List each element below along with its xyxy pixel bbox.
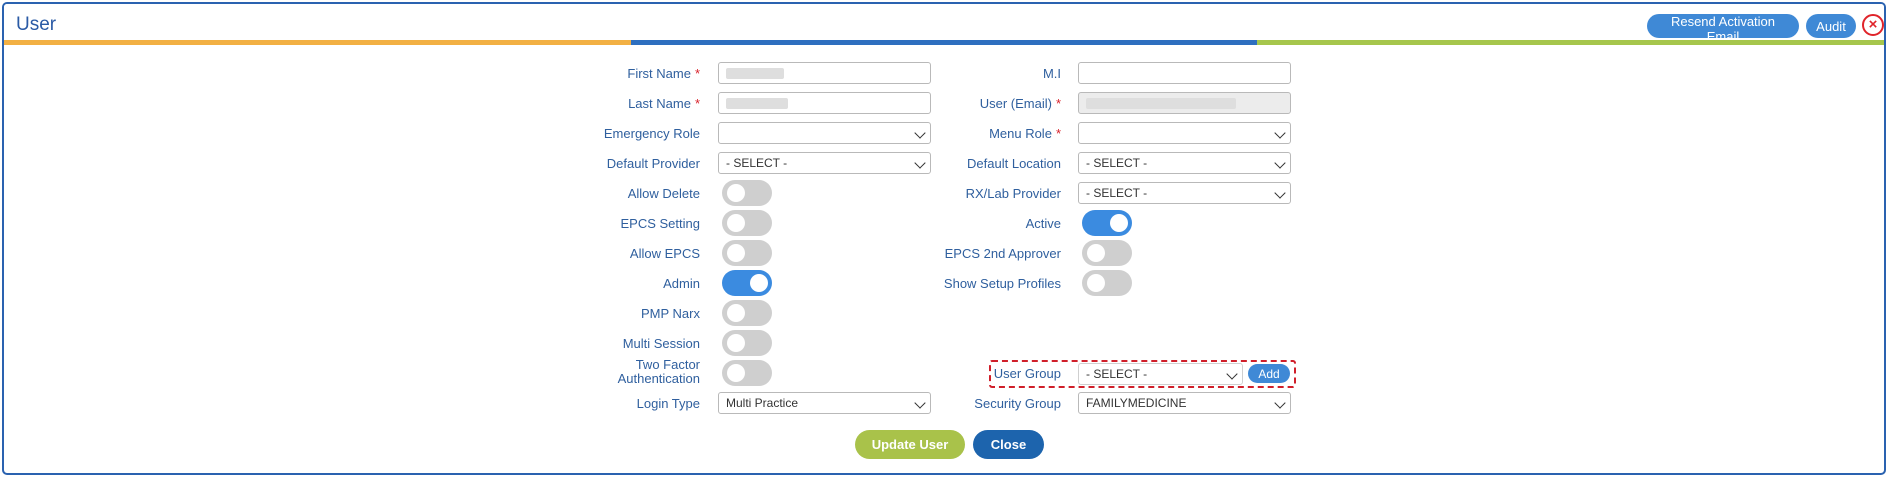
rx-lab-provider-select[interactable]: - SELECT -: [1078, 182, 1291, 204]
allow-epcs-toggle[interactable]: [722, 240, 772, 266]
chevron-down-icon: [1274, 187, 1286, 199]
chevron-down-icon: [914, 157, 926, 169]
active-toggle[interactable]: [1082, 210, 1132, 236]
chevron-down-icon: [1274, 127, 1286, 139]
user-group-select[interactable]: - SELECT -: [1078, 363, 1243, 385]
chevron-down-icon: [914, 397, 926, 409]
audit-button[interactable]: Audit: [1806, 14, 1856, 38]
close-button[interactable]: Close: [973, 430, 1044, 459]
add-user-group-button[interactable]: Add: [1248, 364, 1290, 383]
first-name-label: First Name *: [627, 66, 700, 81]
chevron-down-icon: [1274, 157, 1286, 169]
update-user-button[interactable]: Update User: [855, 430, 965, 459]
user-group-label: User Group: [993, 366, 1061, 381]
allow-delete-label: Allow Delete: [627, 186, 700, 201]
admin-toggle[interactable]: [722, 270, 772, 296]
user-dialog: User Resend Activation Email Audit × Fir…: [2, 2, 1886, 475]
show-setup-profiles-toggle[interactable]: [1082, 270, 1132, 296]
active-label: Active: [1025, 216, 1061, 231]
header-color-strip: [4, 40, 1884, 45]
multi-session-label: Multi Session: [622, 336, 700, 351]
security-group-select[interactable]: FAMILYMEDICINE: [1078, 392, 1291, 414]
epcs-setting-toggle[interactable]: [722, 210, 772, 236]
title-bar: User Resend Activation Email Audit ×: [4, 4, 1884, 44]
two-factor-toggle[interactable]: [722, 360, 772, 386]
default-location-label: Default Location: [967, 156, 1061, 171]
user-email-input: [1078, 92, 1291, 114]
two-factor-label: Two Factor Authentication: [617, 357, 700, 386]
emergency-role-label: Emergency Role: [603, 126, 700, 141]
pmp-narx-label: PMP Narx: [641, 306, 700, 321]
default-provider-select[interactable]: - SELECT -: [718, 152, 931, 174]
allow-delete-toggle[interactable]: [722, 180, 772, 206]
mi-input[interactable]: [1078, 62, 1291, 84]
menu-role-label: Menu Role *: [989, 126, 1061, 141]
multi-session-toggle[interactable]: [722, 330, 772, 356]
rx-lab-provider-label: RX/Lab Provider: [965, 186, 1061, 201]
menu-role-select[interactable]: [1078, 122, 1291, 144]
last-name-input[interactable]: [718, 92, 931, 114]
default-provider-label: Default Provider: [606, 156, 700, 171]
allow-epcs-label: Allow EPCS: [629, 246, 700, 261]
chevron-down-icon: [1274, 397, 1286, 409]
epcs-2nd-approver-toggle[interactable]: [1082, 240, 1132, 266]
security-group-label: Security Group: [974, 396, 1061, 411]
pmp-narx-toggle[interactable]: [722, 300, 772, 326]
epcs-2nd-approver-label: EPCS 2nd Approver: [944, 246, 1061, 261]
show-setup-profiles-label: Show Setup Profiles: [943, 276, 1061, 291]
emergency-role-select[interactable]: [718, 122, 931, 144]
last-name-label: Last Name *: [628, 96, 700, 111]
user-email-label: User (Email) *: [979, 96, 1061, 111]
login-type-label: Login Type: [636, 396, 700, 411]
first-name-input[interactable]: [718, 62, 931, 84]
default-location-select[interactable]: - SELECT -: [1078, 152, 1291, 174]
login-type-select[interactable]: Multi Practice: [718, 392, 931, 414]
mi-label: M.I: [1042, 66, 1061, 81]
chevron-down-icon: [1226, 368, 1238, 380]
resend-activation-email-button[interactable]: Resend Activation Email: [1647, 14, 1799, 44]
admin-label: Admin: [663, 276, 700, 291]
close-dialog-icon[interactable]: ×: [1862, 14, 1884, 36]
epcs-setting-label: EPCS Setting: [620, 216, 701, 231]
chevron-down-icon: [914, 127, 926, 139]
dialog-title: User: [16, 14, 57, 35]
